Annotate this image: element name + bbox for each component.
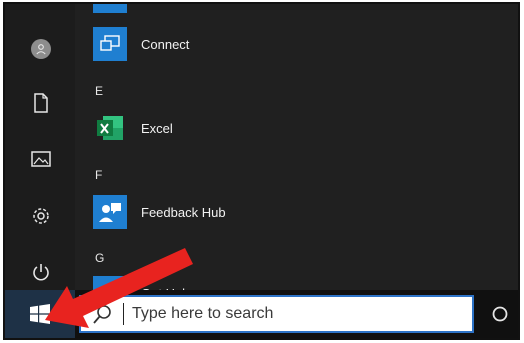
settings-icon[interactable] <box>30 205 52 227</box>
cortana-icon[interactable] <box>488 302 512 326</box>
search-placeholder: Type here to search <box>132 305 274 322</box>
connect-icon <box>93 27 127 61</box>
group-header-f[interactable]: F <box>95 168 102 182</box>
search-box[interactable]: Type here to search <box>79 295 474 333</box>
partial-tile <box>93 4 127 13</box>
user-icon[interactable] <box>30 38 52 60</box>
group-header-g[interactable]: G <box>95 251 104 265</box>
feedback-hub-icon <box>93 195 127 229</box>
search-icon <box>93 305 111 324</box>
taskbar: Type here to search <box>5 290 518 338</box>
group-header-e[interactable]: E <box>95 84 103 98</box>
excel-icon <box>93 111 127 145</box>
screenshot-frame: Connect E Excel F Feedback Hub G Get Hel… <box>3 2 520 340</box>
document-icon[interactable] <box>30 92 52 114</box>
app-connect[interactable]: Connect <box>93 26 189 62</box>
start-menu-rail <box>5 4 75 290</box>
app-label: Feedback Hub <box>141 204 226 220</box>
start-button[interactable] <box>5 290 75 338</box>
app-excel[interactable]: Excel <box>93 110 173 146</box>
windows-logo-icon <box>30 304 50 324</box>
app-label: Connect <box>141 36 190 52</box>
app-list: Connect E Excel F Feedback Hub G Get Hel… <box>75 4 518 310</box>
app-label: Excel <box>141 120 173 136</box>
app-feedback-hub[interactable]: Feedback Hub <box>93 194 226 230</box>
power-icon[interactable] <box>30 261 52 283</box>
text-caret <box>123 303 124 325</box>
pictures-icon[interactable] <box>30 148 52 170</box>
